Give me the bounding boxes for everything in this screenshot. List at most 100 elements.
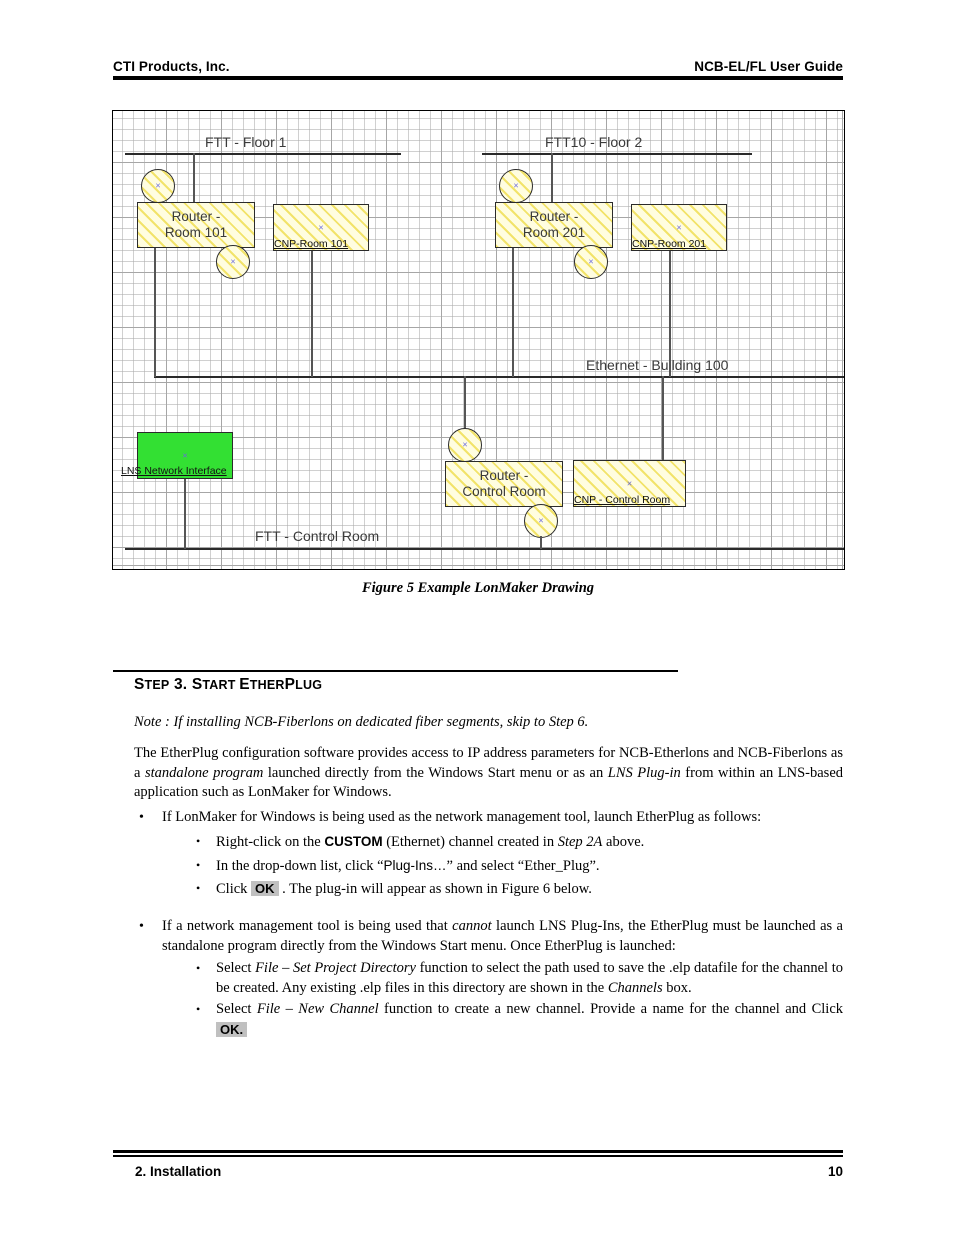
sub5-b: function to create a new channel. Provid… [378, 1001, 844, 1017]
page-footer: 2. Installation 10 [135, 1161, 843, 1181]
heading-s4: P [284, 676, 296, 693]
sub-bullet-plugins-list-text: In the drop-down list, click “Plug-Ins…”… [216, 856, 843, 877]
node-router-room-101[interactable]: Router - Room 101 [137, 202, 255, 248]
bus-label-ftt10-floor2: FTT10 - Floor 2 [545, 134, 643, 150]
node-router201-port-top[interactable]: × [499, 169, 533, 203]
sub3-b: . The plug-in will appear as shown in Fi… [278, 881, 592, 897]
bus-ftt-floor1 [125, 153, 401, 155]
bus-ftt-control-room [125, 548, 844, 550]
sub-bullet-right-click-custom: • Right-click on the CUSTOM (Ethernet) c… [188, 832, 843, 853]
node-router101-port-bottom[interactable]: × [216, 245, 250, 279]
node-router-room-201[interactable]: Router - Room 201 [495, 202, 613, 248]
node-router-room-201-label: Router - Room 201 [522, 209, 586, 240]
node-cnp-control-room-label: CNP - Control Room [574, 494, 671, 506]
document-page: CTI Products, Inc. NCB-EL/FL User Guide … [0, 0, 954, 1235]
ok-button[interactable]: OK. [216, 1021, 248, 1037]
sub2-plugins-label: Plug-Ins… [383, 858, 447, 873]
node-lns-network-interface-label: LNS Network Interface [121, 465, 227, 477]
wire-router-control-to-ftt [540, 536, 542, 549]
x-marker-icon: × [513, 180, 519, 191]
x-marker-icon: × [182, 450, 188, 460]
b2-a: If a network management tool is being us… [162, 918, 453, 934]
bullet-lonmaker-launch-text: If LonMaker for Windows is being used as… [162, 809, 762, 825]
bullet-lonmaker-launch: • If LonMaker for Windows is being used … [134, 808, 843, 828]
sub5-menu-emph: File – New Channel [256, 1001, 379, 1017]
figure-lonmaker-drawing: FTT - Floor 1 FTT10 - Floor 2 Ethernet -… [112, 110, 845, 570]
sub-bullet-set-project-directory: • Select File – Set Project Directory fu… [188, 959, 843, 998]
bullet-marker: • [196, 961, 201, 975]
wire-cnp201-to-ethernet [669, 251, 671, 377]
heading-s3: E [239, 676, 250, 693]
bullet-marker: • [139, 919, 144, 934]
sub5-a: Select [216, 1001, 257, 1017]
bus-ethernet-building100 [154, 376, 844, 378]
x-marker-icon: × [462, 439, 468, 450]
node-router101-port-top[interactable]: × [141, 169, 175, 203]
heading-w1: TEP [144, 678, 170, 692]
heading-w2: TART [202, 678, 240, 692]
sub-bullet-click-ok-text: Click OK . The plug-in will appear as sh… [216, 879, 843, 900]
sub4-c: box. [662, 979, 692, 996]
b2-cannot-emph: cannot [452, 918, 492, 934]
header-company: CTI Products, Inc. [113, 59, 230, 74]
p1-emph-standalone: standalone program [144, 764, 264, 781]
wire-router201-to-ethernet [512, 248, 514, 377]
wire-cnp101-to-ethernet [311, 251, 313, 377]
footer-chapter: 2. Installation [135, 1163, 222, 1179]
note-text: Note : If installing NCB-Fiberlons on de… [134, 714, 589, 730]
sub-bullet-set-project-directory-text: Select File – Set Project Directory func… [216, 959, 843, 998]
ok-button[interactable]: OK [251, 881, 279, 896]
sub-bullet-new-channel-text: Select File – New Channel function to cr… [216, 1000, 843, 1040]
sub2-a: In the drop-down list, click “ [216, 858, 384, 874]
bullet-marker: • [196, 881, 201, 895]
node-cnp-room-201-label: CNP-Room 201 [632, 238, 707, 250]
sub4-channels-emph: Channels [607, 979, 663, 996]
bus-ftt10-floor2 [482, 153, 752, 155]
bullet-marker: • [196, 1002, 201, 1016]
bullet-standalone-launch-text: If a network management tool is being us… [162, 917, 843, 956]
bus-label-ethernet-building100: Ethernet - Building 100 [586, 357, 729, 373]
page-header: CTI Products, Inc. NCB-EL/FL User Guide [113, 52, 843, 74]
node-router-control-room[interactable]: Router - Control Room [445, 461, 563, 507]
bullet-marker: • [139, 810, 144, 825]
sub1-step2a-emph: Step 2A [557, 834, 603, 850]
section-divider [113, 670, 678, 672]
sub3-a: Click [216, 881, 252, 897]
node-router-control-port-top[interactable]: × [448, 428, 482, 462]
paragraph-etherplug-overview: The EtherPlug configuration software pro… [134, 744, 843, 803]
node-router-control-port-bottom[interactable]: × [524, 504, 558, 538]
heading-s2: S [191, 676, 203, 693]
footer-page-number: 10 [827, 1163, 843, 1179]
node-router-room-101-label: Router - Room 101 [164, 209, 228, 240]
heading-w3: THER [249, 678, 285, 692]
node-router201-port-bottom[interactable]: × [574, 245, 608, 279]
sub2-b: ” and select “Ether_Plug”. [446, 858, 600, 874]
p1-part-b: launched directly from the Windows Start… [263, 764, 608, 781]
x-marker-icon: × [588, 256, 594, 267]
footer-divider-thick [113, 1150, 843, 1153]
wire-lns-to-ftt-control [184, 479, 186, 549]
sub4-a: Select [216, 960, 256, 976]
node-cnp-room-101-label: CNP-Room 101 [274, 238, 349, 250]
heading-s1: S [134, 676, 145, 693]
figure-caption: Figure 5 Example LonMaker Drawing [361, 580, 595, 596]
sub1-c: above. [602, 834, 645, 850]
node-router-control-room-label: Router - Control Room [462, 468, 546, 499]
heading-num: 3. [169, 676, 192, 693]
sub-bullet-plugins-list: • In the drop-down list, click “Plug-Ins… [188, 856, 843, 877]
x-marker-icon: × [538, 515, 544, 526]
sub-bullet-right-click-custom-text: Right-click on the CUSTOM (Ethernet) cha… [216, 832, 843, 853]
wire-ftt2-to-router201 [551, 153, 553, 203]
x-marker-icon: × [676, 222, 682, 232]
bullet-marker: • [196, 858, 201, 872]
sub-bullet-new-channel: • Select File – New Channel function to … [188, 1000, 843, 1040]
sub-bullet-click-ok: • Click OK . The plug-in will appear as … [188, 879, 843, 900]
wire-router101-to-ethernet [154, 248, 156, 377]
footer-divider-thin [113, 1155, 843, 1157]
x-marker-icon: × [626, 478, 633, 488]
header-divider [113, 76, 843, 80]
wire-ethernet-to-cnp-control [662, 376, 664, 461]
sub1-custom-bold: CUSTOM [324, 834, 383, 849]
bullet-standalone-launch: • If a network management tool is being … [134, 917, 843, 956]
sub4-menu-emph: File – Set Project Directory [255, 960, 416, 976]
